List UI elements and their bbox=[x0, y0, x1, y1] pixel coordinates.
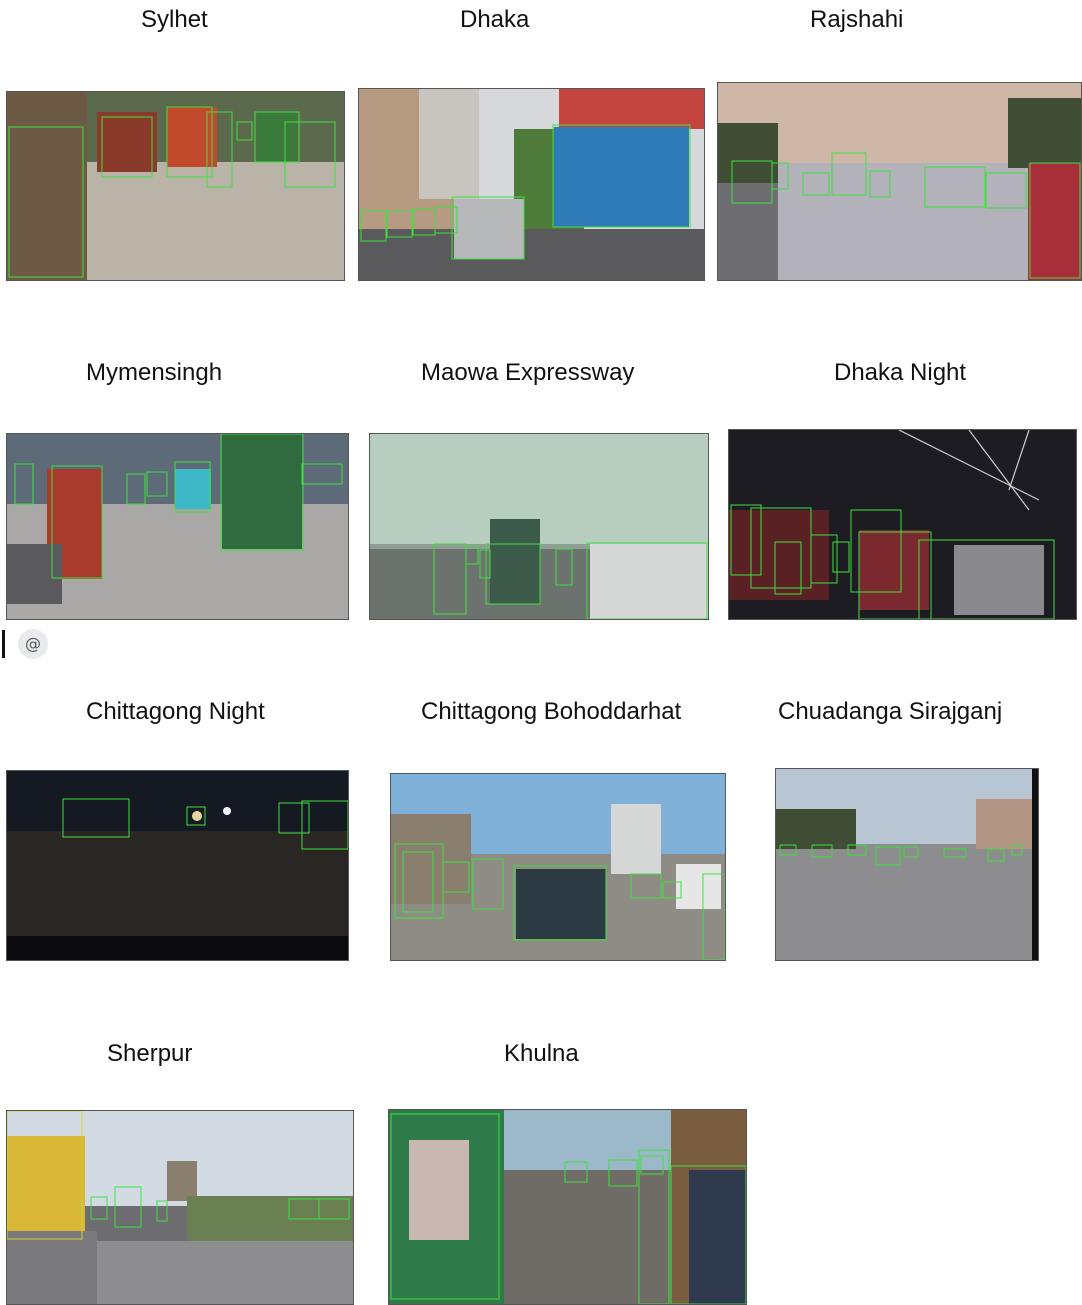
photo-khulna bbox=[388, 1109, 747, 1305]
caption-chittagong-night: Chittagong Night bbox=[86, 698, 265, 725]
caption-mymensingh: Mymensingh bbox=[86, 359, 223, 386]
photo-mymensingh bbox=[6, 433, 349, 620]
caption-dhaka-night: Dhaka Night bbox=[834, 359, 967, 386]
caption-khulna: Khulna bbox=[504, 1040, 579, 1067]
caption-chittagong-bohoddarhat: Chittagong Bohoddarhat bbox=[421, 698, 682, 725]
caption-sherpur: Sherpur bbox=[107, 1040, 193, 1067]
photo-sylhet bbox=[6, 91, 345, 281]
caption-rajshahi: Rajshahi bbox=[810, 6, 904, 33]
photo-chuadanga-sirajganj bbox=[775, 768, 1039, 961]
photo-maowa-expressway bbox=[369, 433, 709, 620]
photo-chittagong-night bbox=[6, 770, 349, 961]
photo-chittagong-bohoddarhat bbox=[390, 773, 726, 961]
caption-sylhet: Sylhet bbox=[141, 6, 208, 33]
photo-dhaka-night bbox=[728, 429, 1077, 620]
caption-maowa-expressway: Maowa Expressway bbox=[421, 359, 635, 386]
caption-chuadanga-sirajganj: Chuadanga Sirajganj bbox=[778, 698, 1003, 725]
photo-rajshahi bbox=[717, 82, 1082, 281]
mention-badge[interactable]: @ bbox=[18, 629, 48, 659]
text-cursor bbox=[2, 630, 5, 658]
photo-dhaka bbox=[358, 88, 705, 281]
caption-dhaka: Dhaka bbox=[460, 6, 530, 33]
photo-sherpur bbox=[6, 1110, 354, 1305]
